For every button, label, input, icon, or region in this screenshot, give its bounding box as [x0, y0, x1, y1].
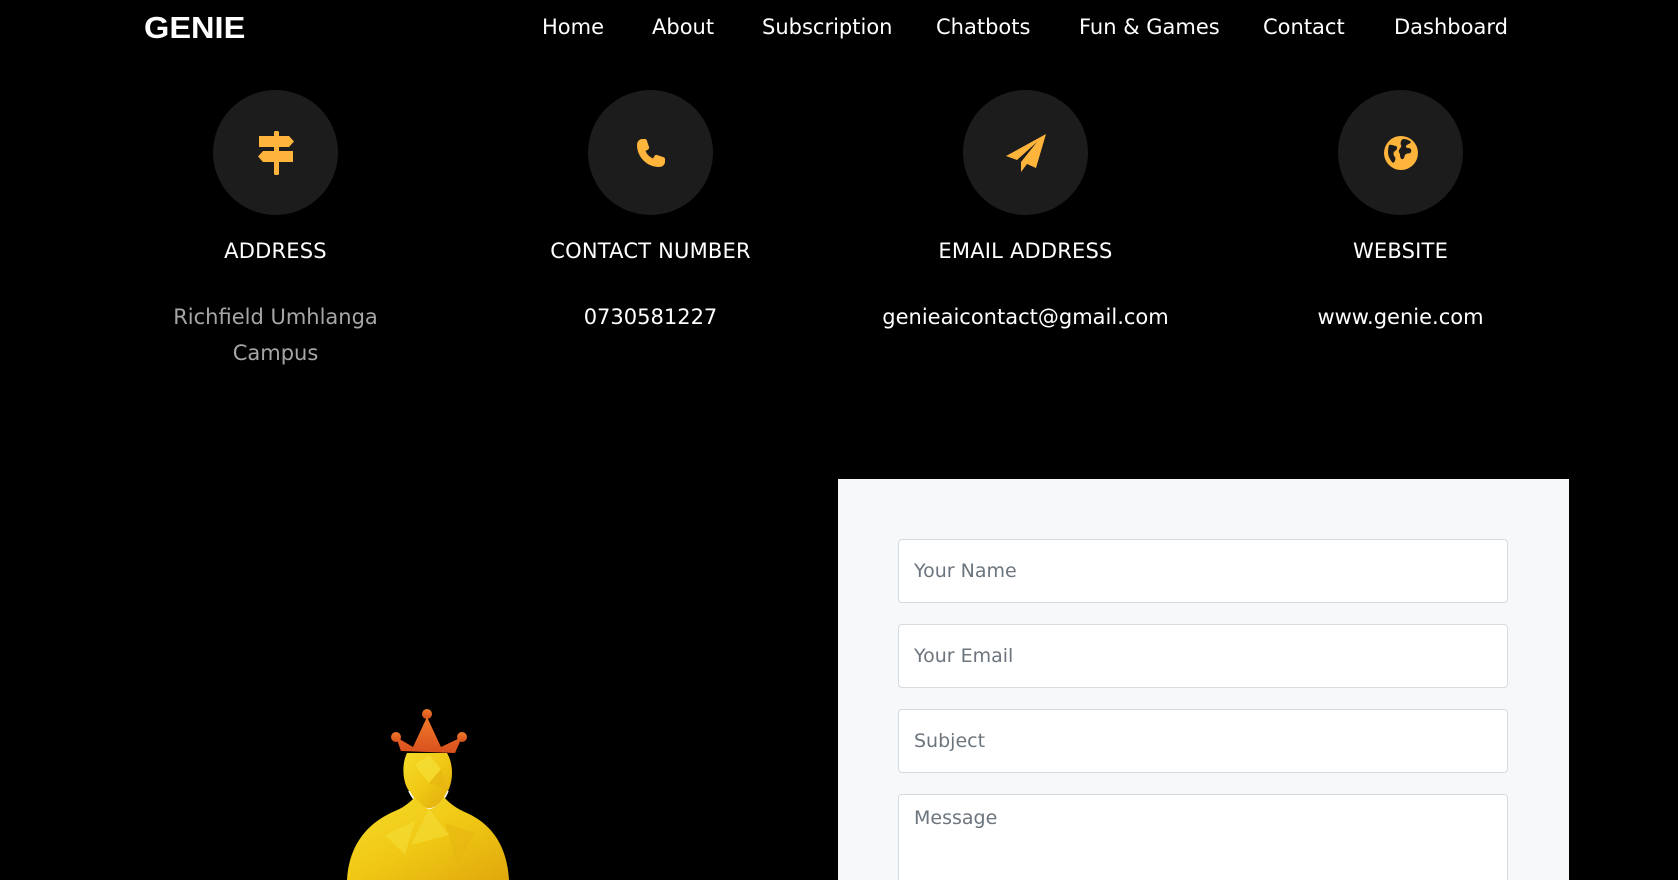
message-textarea[interactable] [898, 794, 1508, 880]
email-input[interactable] [898, 624, 1508, 688]
paper-plane-icon [1005, 133, 1046, 172]
signpost-icon [257, 130, 294, 175]
email-card: EMAIL ADDRESS genieaicontact@gmail.com [838, 90, 1213, 390]
subject-input[interactable] [898, 709, 1508, 773]
navbar: GENIE Home About Subscription Chatbots F… [0, 0, 1678, 56]
phone-icon [636, 138, 665, 167]
nav-about-link[interactable]: About [652, 13, 714, 41]
website-value[interactable]: www.genie.com [1213, 299, 1588, 335]
nav-chatbots-link[interactable]: Chatbots [936, 13, 1030, 41]
contact-page: GENIE Home About Subscription Chatbots F… [0, 0, 1678, 880]
nav-dashboard-link[interactable]: Dashboard [1394, 13, 1508, 41]
nav-contact-link[interactable]: Contact [1263, 13, 1345, 41]
globe-icon [1383, 135, 1418, 170]
contact-number-value: 0730581227 [583, 305, 718, 329]
nav-fun-games-link[interactable]: Fun & Games [1079, 13, 1220, 41]
website-card: WEBSITE www.genie.com [1213, 90, 1588, 390]
address-card: ADDRESS Richfield Umhlanga Campus [88, 90, 463, 390]
contact-number-title: CONTACT NUMBER [550, 239, 751, 263]
name-input[interactable] [898, 539, 1508, 603]
nav-subscription-link[interactable]: Subscription [762, 13, 892, 41]
contact-number-card: CONTACT NUMBER 0730581227 [463, 90, 838, 390]
address-value: Richfield Umhlanga Campus [173, 305, 378, 365]
email-value[interactable]: genieaicontact@gmail.com [838, 299, 1213, 335]
address-title: ADDRESS [224, 239, 327, 263]
address-icon-circle [213, 90, 338, 215]
website-icon-circle [1338, 90, 1463, 215]
email-title: EMAIL ADDRESS [938, 239, 1113, 263]
email-icon-circle [963, 90, 1088, 215]
phone-icon-circle [588, 90, 713, 215]
brand-logo[interactable]: GENIE [144, 8, 245, 48]
genie-mascot-image [347, 709, 509, 880]
contact-form [838, 479, 1569, 880]
nav-home-link[interactable]: Home [542, 13, 604, 41]
website-title: WEBSITE [1352, 239, 1449, 263]
